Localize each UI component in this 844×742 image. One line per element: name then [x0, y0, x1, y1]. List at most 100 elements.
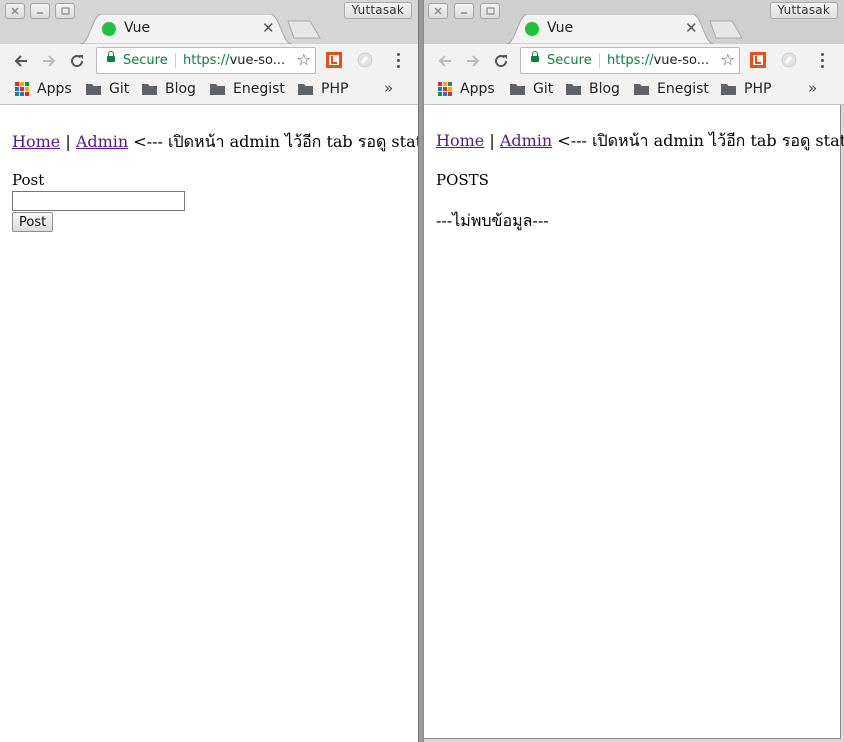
tab-vue[interactable]: Vue ✕ — [506, 14, 714, 44]
forward-button[interactable] — [463, 51, 483, 71]
address-bar[interactable]: Secure https://vue-so... ☆ — [520, 47, 740, 74]
back-arrow-icon — [438, 55, 451, 67]
new-tab-button[interactable] — [708, 20, 744, 40]
extension-l-icon[interactable] — [750, 52, 766, 68]
folder-icon — [634, 84, 649, 95]
back-button[interactable] — [11, 51, 31, 71]
home-link[interactable]: Home — [12, 132, 60, 151]
reload-button[interactable] — [67, 51, 87, 71]
url-text: https://vue-so... — [607, 53, 709, 68]
nav-divider: | — [65, 132, 71, 151]
empty-message: ---ไม่พบข้อมูล--- — [436, 211, 549, 230]
bookmarks-overflow-icon[interactable]: » — [384, 79, 393, 97]
secure-label: Secure — [123, 53, 168, 68]
posts-heading: POSTS — [436, 171, 489, 189]
bookmark-label: Git — [109, 81, 130, 97]
tab-vue[interactable]: Vue ✕ — [80, 14, 292, 44]
window-close-button[interactable] — [5, 3, 25, 19]
post-button[interactable]: Post — [12, 212, 54, 232]
bookmark-apps[interactable]: Apps — [438, 81, 495, 97]
toolbar: Secure https://vue-so... ☆ — [0, 44, 418, 78]
back-arrow-icon — [14, 55, 27, 67]
lock-icon — [107, 51, 115, 62]
bookmark-apps[interactable]: Apps — [15, 81, 72, 97]
profile-button[interactable]: Yuttasak — [343, 2, 412, 19]
minimize-icon — [461, 12, 467, 14]
url-scheme: https:// — [183, 53, 230, 68]
maximize-icon — [485, 7, 495, 15]
bookmark-enegist[interactable]: Enegist — [634, 81, 709, 97]
close-icon — [434, 7, 442, 15]
bookmark-blog[interactable]: Blog — [142, 81, 196, 97]
extension-grey-icon[interactable] — [357, 52, 373, 68]
reload-icon — [71, 55, 84, 68]
bookmark-blog[interactable]: Blog — [566, 81, 620, 97]
bookmark-star-icon[interactable]: ☆ — [721, 51, 735, 69]
url-host: vue-so... — [653, 53, 710, 68]
window-close-button[interactable] — [428, 3, 448, 19]
reload-button[interactable] — [491, 51, 511, 71]
new-tab-button[interactable] — [286, 20, 322, 40]
post-input[interactable] — [12, 191, 185, 211]
bookmark-label: Enegist — [233, 81, 285, 97]
window-minimize-button[interactable] — [454, 3, 474, 19]
folder-icon — [86, 84, 101, 95]
url-scheme: https:// — [607, 53, 654, 68]
page-nav: Home | Admin <--- เปิดหน้า admin ไว้อีก … — [12, 130, 418, 155]
window-maximize-button[interactable] — [55, 3, 75, 19]
menu-dots-icon[interactable] — [821, 53, 825, 71]
bookmarks-overflow-icon[interactable]: » — [808, 79, 817, 97]
tab-title: Vue — [124, 20, 151, 36]
extension-grey-icon[interactable] — [781, 52, 797, 68]
forward-arrow-icon — [467, 55, 480, 67]
bookmark-star-icon[interactable]: ☆ — [297, 51, 311, 69]
forward-arrow-icon — [43, 55, 56, 67]
bookmarks-bar: Apps Git Blog Enegist PHP » — [0, 78, 418, 105]
bookmark-enegist[interactable]: Enegist — [210, 81, 285, 97]
apps-grid-icon — [15, 82, 29, 96]
folder-icon — [566, 84, 581, 95]
omnibox-separator — [175, 53, 176, 68]
lock-icon — [531, 51, 539, 62]
bookmark-php[interactable]: PHP — [298, 81, 348, 97]
window-minimize-button[interactable] — [30, 3, 50, 19]
bookmark-label: PHP — [321, 81, 349, 97]
menu-dots-icon[interactable] — [397, 53, 401, 71]
admin-link[interactable]: Admin — [76, 132, 128, 151]
favicon-icon — [102, 22, 116, 36]
nav-divider: | — [489, 131, 495, 150]
forward-button[interactable] — [39, 51, 59, 71]
bookmark-label: Blog — [165, 81, 196, 97]
back-button[interactable] — [435, 51, 455, 71]
folder-icon — [142, 84, 157, 95]
page-nav: Home | Admin <--- เปิดหน้า admin ไว้อีก … — [436, 129, 844, 154]
close-icon — [11, 7, 19, 15]
apps-grid-icon — [438, 82, 452, 96]
left-browser-window: Yuttasak Vue ✕ Secure https://vue-so... … — [0, 0, 419, 742]
home-link[interactable]: Home — [436, 131, 484, 150]
tab-close-icon[interactable]: ✕ — [685, 21, 698, 36]
bookmark-php[interactable]: PHP — [721, 81, 771, 97]
tab-close-icon[interactable]: ✕ — [262, 21, 275, 36]
extension-l-icon[interactable] — [326, 52, 342, 68]
url-host: vue-so... — [229, 53, 286, 68]
favicon-icon — [525, 22, 539, 36]
title-bar: Yuttasak Vue ✕ — [424, 0, 844, 44]
bookmark-label: Enegist — [657, 81, 709, 97]
bookmark-git[interactable]: Git — [86, 81, 129, 97]
folder-icon — [510, 84, 525, 95]
toolbar: Secure https://vue-so... ☆ — [424, 44, 844, 78]
window-maximize-button[interactable] — [480, 3, 500, 19]
nav-note: <--- เปิดหน้า admin ไว้อีก tab รอดู stat… — [557, 131, 844, 150]
address-bar[interactable]: Secure https://vue-so... ☆ — [96, 47, 316, 74]
folder-icon — [721, 84, 736, 95]
bookmark-label: Blog — [589, 81, 620, 97]
admin-link[interactable]: Admin — [500, 131, 552, 150]
title-bar: Yuttasak Vue ✕ — [0, 0, 418, 44]
right-browser-window: Yuttasak Vue ✕ Secure https://vue-so... … — [423, 0, 844, 742]
bookmark-git[interactable]: Git — [510, 81, 553, 97]
bookmark-label: PHP — [744, 81, 772, 97]
bookmark-label: Apps — [460, 81, 495, 97]
folder-icon — [210, 84, 225, 95]
profile-button[interactable]: Yuttasak — [769, 2, 838, 19]
